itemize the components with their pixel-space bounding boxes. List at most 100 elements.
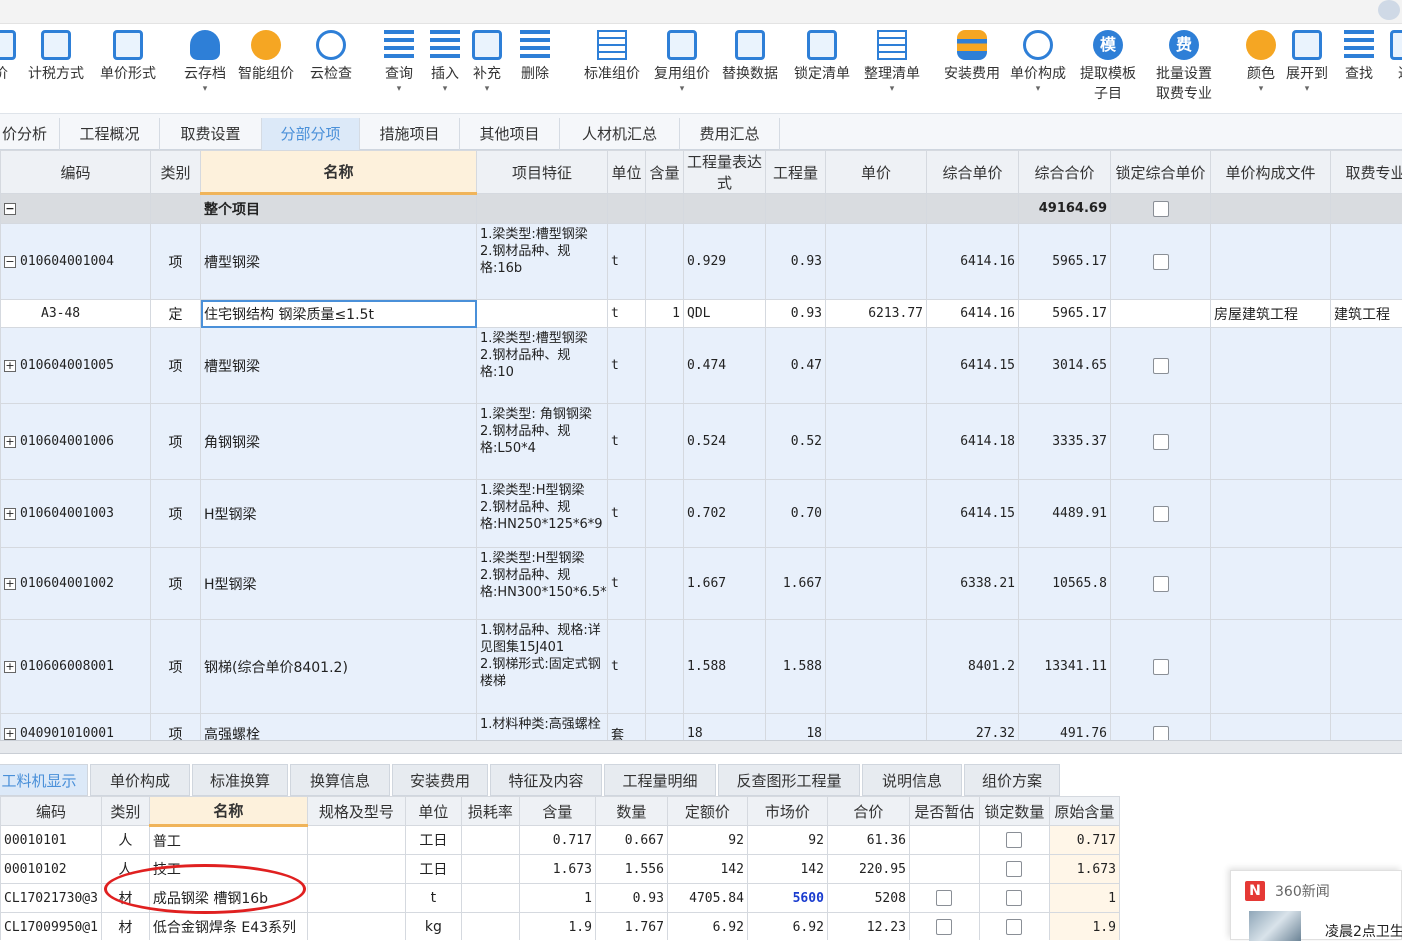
item-feature[interactable]: 1.梁类型:槽型钢梁 2.钢材品种、规格:10: [477, 328, 608, 404]
lock-checkbox[interactable]: [1153, 506, 1169, 522]
column-header[interactable]: 锁定数量: [979, 797, 1049, 826]
toolbar-button-14[interactable]: 整理清单▾: [864, 30, 920, 94]
item-content[interactable]: [646, 224, 684, 300]
item-expression[interactable]: 0.702: [684, 480, 766, 548]
resource-model[interactable]: [307, 855, 405, 884]
item-feature[interactable]: 1.梁类型: 角钢钢梁 2.钢材品种、规格:L50*4: [477, 404, 608, 480]
subtab-7[interactable]: 反查图形工程量: [718, 764, 860, 796]
item-content[interactable]: [646, 404, 684, 480]
table-row[interactable]: +010606008001项钢梯(综合单价8401.2)1.钢材品种、规格:详见…: [1, 620, 1402, 714]
item-price-file[interactable]: 房屋建筑工程: [1211, 300, 1331, 328]
column-header[interactable]: 含量: [519, 797, 595, 826]
collapse-icon[interactable]: −: [4, 256, 16, 268]
item-quantity[interactable]: 18: [766, 714, 826, 741]
column-header[interactable]: 规格及型号: [307, 797, 405, 826]
subtab-8[interactable]: 说明信息: [862, 764, 962, 796]
resource-unit[interactable]: kg: [405, 913, 461, 941]
toolbar-button-7[interactable]: 插入▾: [430, 30, 460, 94]
lock-checkbox[interactable]: [1153, 576, 1169, 592]
column-header[interactable]: 类别: [101, 797, 149, 826]
item-price-file[interactable]: [1211, 404, 1331, 480]
resource-quantity[interactable]: 0.667: [595, 826, 667, 855]
column-header[interactable]: 锁定综合单价: [1111, 151, 1211, 194]
code-cell[interactable]: +010606008001: [1, 620, 151, 714]
toolbar-button-9[interactable]: 删除: [520, 30, 550, 84]
subtab-9[interactable]: 组价方案: [964, 764, 1060, 796]
expand-icon[interactable]: +: [4, 578, 16, 590]
column-header[interactable]: 类别: [151, 151, 201, 194]
item-fee-spec[interactable]: [1331, 480, 1402, 548]
toolbar-button-22[interactable]: 过: [1390, 30, 1402, 84]
tab-4[interactable]: 措施项目: [360, 118, 460, 150]
item-price[interactable]: [826, 328, 927, 404]
column-header[interactable]: 含量: [646, 151, 684, 194]
lock-qty-checkbox[interactable]: [1006, 890, 1022, 906]
column-header[interactable]: 合价: [827, 797, 909, 826]
column-header[interactable]: 综合合价: [1019, 151, 1111, 194]
expand-icon[interactable]: +: [4, 508, 16, 520]
resource-code[interactable]: CL17021730@3: [1, 884, 102, 913]
resource-code[interactable]: CL17009950@1: [1, 913, 102, 941]
resource-code[interactable]: 00010102: [1, 855, 102, 884]
toolbar-button-6[interactable]: 查询▾: [384, 30, 414, 94]
toolbar-button-21[interactable]: 查找: [1344, 30, 1374, 84]
item-price[interactable]: [826, 480, 927, 548]
item-quantity[interactable]: 0.52: [766, 404, 826, 480]
resource-market-price[interactable]: 142: [747, 855, 827, 884]
table-row[interactable]: +040901010001项高强螺栓1.材料种类:高强螺栓套181827.324…: [1, 714, 1402, 741]
subtab-5[interactable]: 特征及内容: [490, 764, 602, 796]
tab-6[interactable]: 人材机汇总: [560, 118, 680, 150]
item-price[interactable]: 6213.77: [826, 300, 927, 328]
item-name[interactable]: 角钢钢梁: [201, 404, 477, 480]
column-header[interactable]: 单价构成文件: [1211, 151, 1331, 194]
item-expression[interactable]: 1.667: [684, 548, 766, 620]
item-price-file[interactable]: [1211, 714, 1331, 741]
toolbar-button-11[interactable]: 复用组价▾: [654, 30, 710, 94]
item-fee-spec[interactable]: [1331, 404, 1402, 480]
item-unit[interactable]: 套: [608, 714, 646, 741]
lock-qty-checkbox[interactable]: [1006, 919, 1022, 935]
item-price-file[interactable]: [1211, 480, 1331, 548]
item-name[interactable]: 住宅钢结构 钢梁质量≤1.5t: [201, 300, 477, 328]
column-header[interactable]: 定额价: [667, 797, 747, 826]
tab-7[interactable]: 费用汇总: [680, 118, 780, 150]
subtab-0[interactable]: 工料机显示: [0, 764, 88, 796]
column-header[interactable]: 单位: [608, 151, 646, 194]
lock-checkbox[interactable]: [1153, 726, 1169, 741]
item-price-file[interactable]: [1211, 224, 1331, 300]
subtab-2[interactable]: 标准换算: [192, 764, 288, 796]
table-row[interactable]: +010604001003项H型钢梁1.梁类型:H型钢梁 2.钢材品种、规格:H…: [1, 480, 1402, 548]
item-fee-spec[interactable]: [1331, 548, 1402, 620]
toolbar-button-18[interactable]: 费批量设置取费专业: [1156, 30, 1212, 104]
resource-market-price[interactable]: 6.92: [747, 913, 827, 941]
resource-model[interactable]: [307, 913, 405, 941]
column-header[interactable]: 项目特征: [477, 151, 608, 194]
item-feature[interactable]: 1.梁类型:槽型钢梁 2.钢材品种、规格:16b: [477, 224, 608, 300]
item-price[interactable]: [826, 714, 927, 741]
item-unit[interactable]: t: [608, 224, 646, 300]
lock-checkbox[interactable]: [1153, 358, 1169, 374]
item-name[interactable]: H型钢梁: [201, 480, 477, 548]
item-content[interactable]: [646, 714, 684, 741]
column-header[interactable]: 综合单价: [927, 151, 1019, 194]
resource-unit[interactable]: 工日: [405, 855, 461, 884]
toolbar-button-20[interactable]: 展开到▾: [1286, 30, 1328, 94]
item-fee-spec[interactable]: [1331, 224, 1402, 300]
lock-checkbox[interactable]: [1153, 254, 1169, 270]
item-quantity[interactable]: 0.70: [766, 480, 826, 548]
item-quantity[interactable]: 0.93: [766, 300, 826, 328]
subtab-3[interactable]: 换算信息: [290, 764, 390, 796]
estimate-checkbox[interactable]: [936, 919, 952, 935]
item-unit[interactable]: t: [608, 548, 646, 620]
resource-quantity[interactable]: 0.93: [595, 884, 667, 913]
item-unit[interactable]: t: [608, 300, 646, 328]
item-content[interactable]: [646, 548, 684, 620]
item-name[interactable]: 槽型钢梁: [201, 328, 477, 404]
lock-checkbox[interactable]: [1153, 201, 1169, 217]
item-price[interactable]: [826, 620, 927, 714]
news-headline[interactable]: 凌晨2点卫生: [1325, 921, 1402, 941]
table-row[interactable]: +010604001005项槽型钢梁1.梁类型:槽型钢梁 2.钢材品种、规格:1…: [1, 328, 1402, 404]
resource-model[interactable]: [307, 826, 405, 855]
news-thumbnail[interactable]: [1249, 911, 1301, 941]
item-expression[interactable]: 0.474: [684, 328, 766, 404]
